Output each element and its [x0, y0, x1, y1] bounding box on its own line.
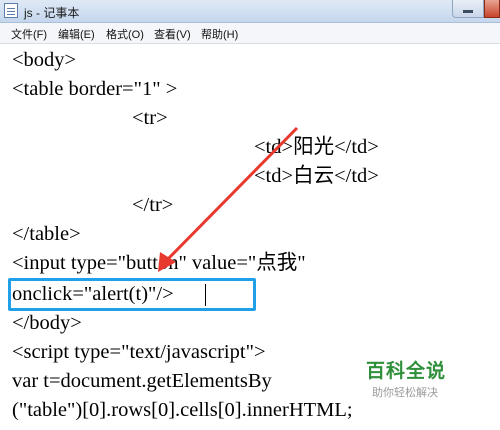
- watermark-title: 百科全说: [366, 360, 447, 382]
- watermark-subtitle: 助你轻松解决: [372, 386, 438, 399]
- watermark: 百科全说 助你轻松解决: [360, 356, 470, 404]
